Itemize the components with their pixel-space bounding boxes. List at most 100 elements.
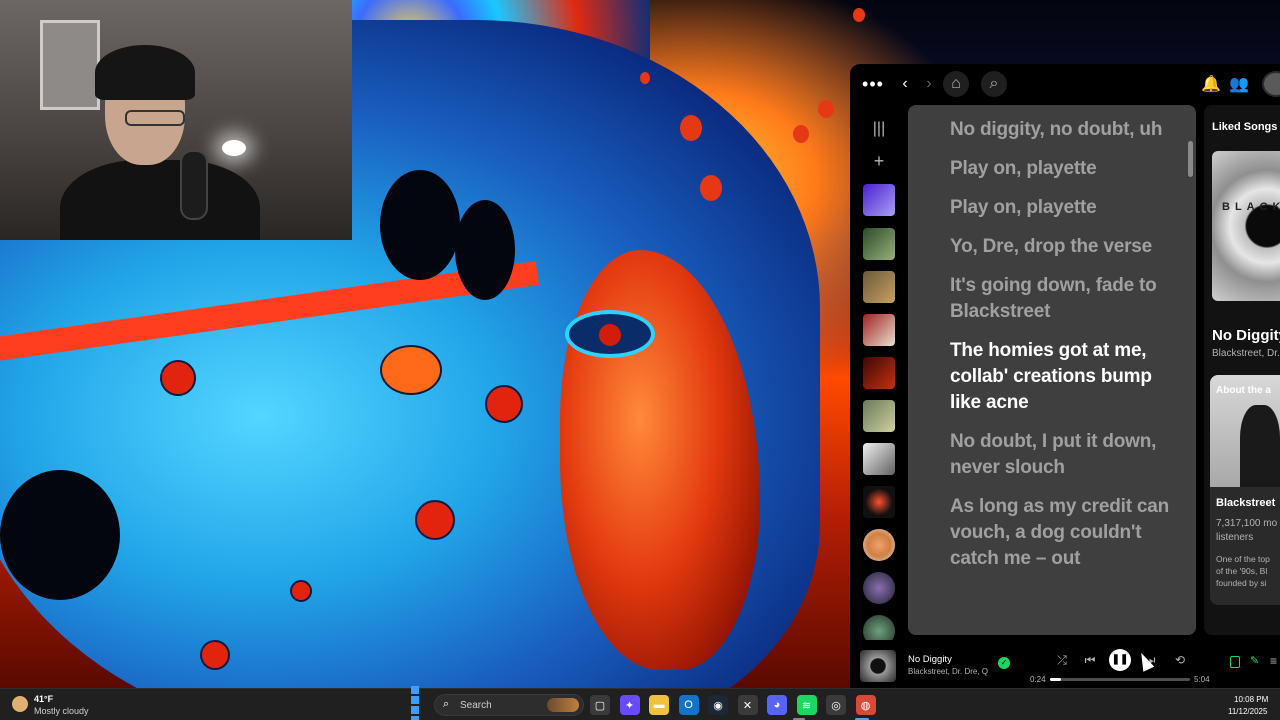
cover-art-text: BLACK bbox=[1222, 201, 1280, 213]
previous-track-icon[interactable]: ⏮ bbox=[1082, 650, 1098, 670]
library-item-playlist[interactable] bbox=[863, 271, 895, 303]
library-item-artist[interactable] bbox=[863, 572, 895, 604]
friend-activity-icon[interactable]: 👥 bbox=[1228, 71, 1250, 97]
weather-icon[interactable] bbox=[12, 696, 28, 712]
wallpaper-dot bbox=[485, 385, 523, 423]
home-icon[interactable]: ⌂ bbox=[943, 71, 969, 97]
wallpaper-dot bbox=[415, 500, 455, 540]
github-icon[interactable]: ◎ bbox=[826, 695, 846, 715]
progress-bar[interactable] bbox=[1050, 678, 1190, 681]
monthly-listeners-count: 7,317,100 mo bbox=[1216, 518, 1278, 529]
lyric-line[interactable]: It's going down, fade to Blackstreet bbox=[950, 273, 1170, 325]
library-item-liked-songs[interactable] bbox=[863, 184, 895, 216]
player-track-title[interactable]: No Diggity bbox=[908, 654, 952, 665]
library-collapse-icon[interactable]: ||| bbox=[868, 120, 890, 140]
saved-checkmark-icon[interactable]: ✓ bbox=[998, 657, 1010, 669]
wallpaper-dot bbox=[380, 345, 442, 395]
wallpaper-balloon bbox=[793, 125, 809, 143]
lyric-line[interactable]: No doubt, I put it down, never slouch bbox=[950, 429, 1170, 481]
lyric-line[interactable]: The homies got at me, collab' creations … bbox=[950, 338, 1170, 416]
library-item-playlist[interactable] bbox=[863, 228, 895, 260]
more-options-icon[interactable]: ••• bbox=[862, 71, 884, 97]
wallpaper-dot bbox=[290, 580, 312, 602]
library-item-playlist[interactable] bbox=[863, 357, 895, 389]
start-button[interactable] bbox=[409, 686, 429, 720]
spotify-topbar: ••• ‹ › ⌂ ⌕ 🔔 👥 bbox=[850, 64, 1280, 104]
search-highlight-image bbox=[547, 698, 579, 712]
wallpaper-hole bbox=[380, 170, 460, 280]
now-playing-cover-art: BLACK bbox=[1212, 151, 1280, 301]
wallpaper-hole bbox=[455, 200, 515, 300]
webcam-window-frame bbox=[40, 20, 100, 110]
now-playing-song-title[interactable]: No Diggity bbox=[1212, 327, 1280, 344]
lyrics-panel: No diggity, no doubt, uh Play on, playett… bbox=[908, 105, 1196, 635]
search-icon: ⌕ bbox=[443, 698, 450, 710]
about-artist-label: About the a bbox=[1216, 385, 1271, 396]
library-item-playlist[interactable] bbox=[863, 486, 895, 518]
library-item-artist[interactable] bbox=[863, 529, 895, 561]
lyric-line[interactable]: Yo, Dre, drop the verse bbox=[950, 234, 1170, 260]
connect-device-icon[interactable] bbox=[1230, 656, 1240, 668]
progress-bar-fill bbox=[1050, 678, 1062, 681]
library-sidebar: ||| + bbox=[856, 108, 902, 647]
user-avatar[interactable] bbox=[1262, 71, 1280, 97]
webcam-microphone bbox=[180, 150, 208, 220]
library-item-playlist[interactable] bbox=[863, 400, 895, 432]
wallpaper-hole bbox=[0, 470, 120, 600]
artist-bio: One of the top of the '90s, Bl founded b… bbox=[1216, 553, 1270, 589]
player-cover-art[interactable] bbox=[860, 650, 896, 682]
wallpaper-balloon bbox=[818, 100, 834, 118]
lyrics-list: No diggity, no doubt, uh Play on, playett… bbox=[950, 117, 1170, 585]
lyric-line[interactable]: No diggity, no doubt, uh bbox=[950, 117, 1170, 143]
artist-name[interactable]: Blackstreet bbox=[1216, 497, 1275, 509]
windows-taskbar: 41°F Mostly cloudy ⌕ Search ▢ ✦ ▬ O ◉ ✕ ◕ ≋ ◎ ◍ 1… bbox=[0, 686, 1280, 720]
artist-bio-line: One of the top bbox=[1216, 554, 1270, 564]
monthly-listeners-label: listeners bbox=[1216, 532, 1254, 543]
discord-icon[interactable]: ◕ bbox=[767, 695, 787, 715]
webcam-person-glasses bbox=[125, 110, 185, 126]
total-time: 5:04 bbox=[1194, 675, 1210, 684]
webcam-person-beanie bbox=[95, 45, 195, 100]
webcam-lamp bbox=[222, 140, 246, 156]
back-arrow-icon[interactable]: ‹ bbox=[896, 71, 914, 97]
file-explorer-icon[interactable]: ▬ bbox=[649, 695, 669, 715]
now-playing-context-title[interactable]: Liked Songs bbox=[1212, 121, 1277, 133]
pause-button[interactable]: ❚❚ bbox=[1109, 649, 1131, 671]
lyric-line[interactable]: Play on, playette bbox=[950, 195, 1170, 221]
outlook-icon[interactable]: O bbox=[678, 695, 699, 715]
spotify-icon[interactable]: ≋ bbox=[796, 695, 817, 715]
now-playing-artists[interactable]: Blackstreet, Dr. Dre bbox=[1212, 348, 1280, 359]
webcam-person-body bbox=[60, 160, 260, 240]
lyrics-scrollbar[interactable] bbox=[1188, 141, 1193, 177]
xbox-icon[interactable]: ✕ bbox=[737, 695, 758, 715]
forward-arrow-icon[interactable]: › bbox=[920, 71, 938, 97]
create-playlist-icon[interactable]: + bbox=[868, 150, 890, 172]
lyrics-icon[interactable]: ✎ bbox=[1250, 654, 1259, 667]
steam-icon[interactable]: ◉ bbox=[708, 695, 728, 715]
task-view-icon[interactable]: ▢ bbox=[590, 695, 610, 715]
chrome-icon[interactable]: ◍ bbox=[855, 695, 876, 715]
wallpaper-balloon bbox=[700, 175, 722, 201]
copilot-icon[interactable]: ✦ bbox=[619, 695, 640, 715]
repeat-icon[interactable]: ⟲ bbox=[1172, 650, 1188, 670]
clock-time[interactable]: 10:08 PM bbox=[1234, 695, 1268, 704]
search-icon[interactable]: ⌕ bbox=[981, 71, 1007, 97]
player-track-artists[interactable]: Blackstreet, Dr. Dre, Q bbox=[908, 667, 988, 676]
queue-icon[interactable]: ≡ bbox=[1270, 654, 1277, 668]
shuffle-icon[interactable]: ⤮ bbox=[1054, 650, 1070, 670]
artist-bio-line: founded by si bbox=[1216, 578, 1267, 588]
lyric-line[interactable]: As long as my credit can vouch, a dog co… bbox=[950, 494, 1170, 572]
library-item-playlist[interactable] bbox=[863, 314, 895, 346]
taskbar-search-box[interactable]: ⌕ Search bbox=[434, 694, 584, 716]
weather-description[interactable]: Mostly cloudy bbox=[34, 706, 89, 716]
windows-logo-icon bbox=[410, 685, 428, 720]
wallpaper-balloon bbox=[640, 72, 650, 84]
clock-date[interactable]: 11/12/2025 bbox=[1228, 707, 1267, 716]
notifications-bell-icon[interactable]: 🔔 bbox=[1200, 71, 1222, 97]
about-artist-card[interactable]: About the a Blackstreet 7,317,100 mo lis… bbox=[1210, 375, 1280, 605]
wallpaper-balloon bbox=[853, 8, 865, 22]
library-item-playlist[interactable] bbox=[863, 443, 895, 475]
spotify-window: ••• ‹ › ⌂ ⌕ 🔔 👥 ||| + No diggity, no dou… bbox=[850, 64, 1280, 688]
weather-temperature[interactable]: 41°F bbox=[34, 694, 53, 704]
lyric-line[interactable]: Play on, playette bbox=[950, 156, 1170, 182]
